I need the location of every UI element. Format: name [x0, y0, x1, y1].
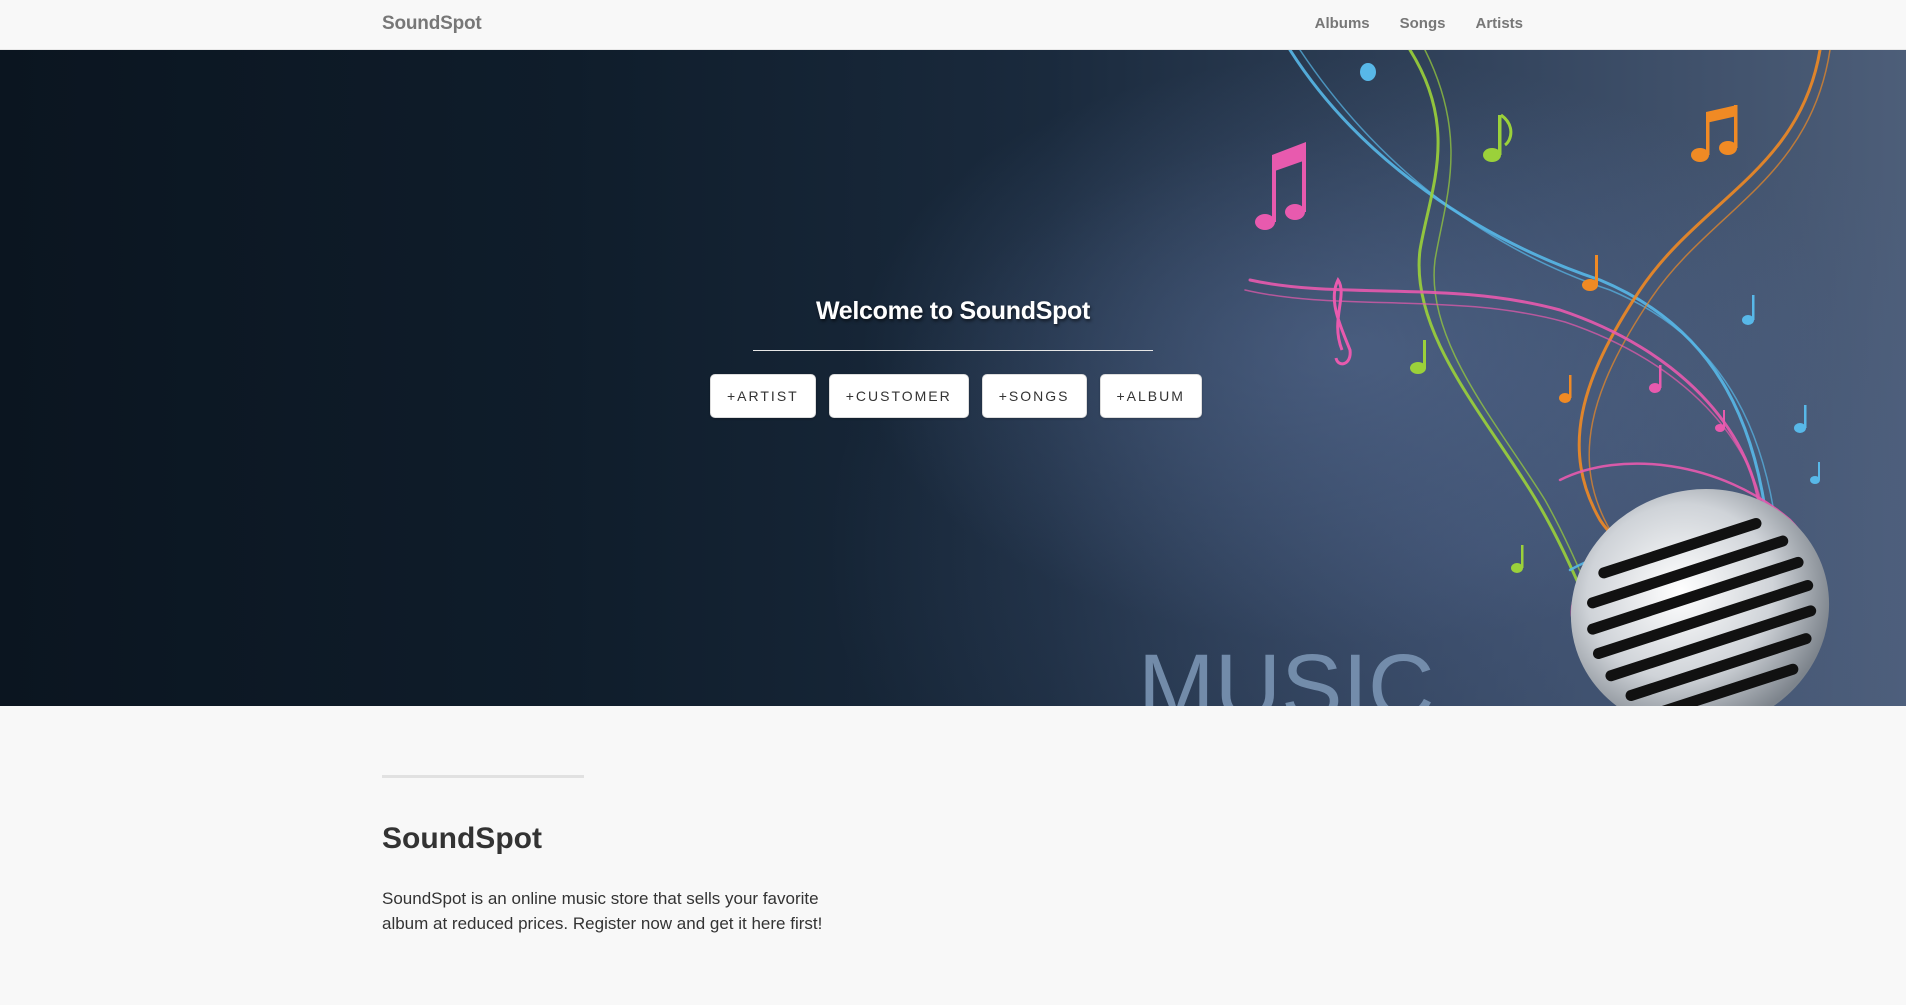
content-description: SoundSpot is an online music store that … — [382, 889, 823, 933]
music-note-icon — [1483, 113, 1513, 162]
add-customer-button[interactable]: +CUSTOMER — [828, 374, 969, 418]
hero-divider — [753, 350, 1153, 351]
add-album-button[interactable]: +ALBUM — [1099, 374, 1202, 418]
hero-art-music-text: MUSIC — [1138, 636, 1434, 706]
music-note-icon — [1691, 105, 1738, 162]
music-note-icon — [1410, 340, 1426, 374]
content-divider — [382, 775, 584, 778]
add-songs-button[interactable]: +SONGS — [981, 374, 1087, 418]
music-note-icon — [1559, 375, 1572, 403]
music-note-icon — [1511, 545, 1524, 573]
hero-banner: MUSIC Welcome to SoundSpot +ARTIST +CUST… — [0, 50, 1906, 706]
brand-link[interactable]: SoundSpot — [382, 13, 482, 35]
music-note-icon — [1649, 365, 1662, 393]
hero-title: Welcome to SoundSpot — [815, 297, 1091, 325]
nav-link-albums[interactable]: Albums — [1315, 15, 1370, 32]
add-artist-button[interactable]: +ARTIST — [710, 374, 816, 418]
hero-button-group: +ARTIST +CUSTOMER +SONGS +ALBUM — [710, 374, 1202, 418]
nav-link-songs[interactable]: Songs — [1400, 15, 1446, 32]
nav-links: Albums Songs Artists — [1315, 15, 1523, 32]
music-note-icon — [1794, 405, 1807, 433]
navbar: SoundSpot Albums Songs Artists — [0, 0, 1906, 50]
music-note-icon — [1810, 462, 1820, 484]
content-title: SoundSpot — [382, 822, 542, 855]
music-note-icon — [1360, 63, 1376, 81]
music-note-icon — [1255, 142, 1306, 230]
nav-link-artists[interactable]: Artists — [1475, 15, 1523, 32]
